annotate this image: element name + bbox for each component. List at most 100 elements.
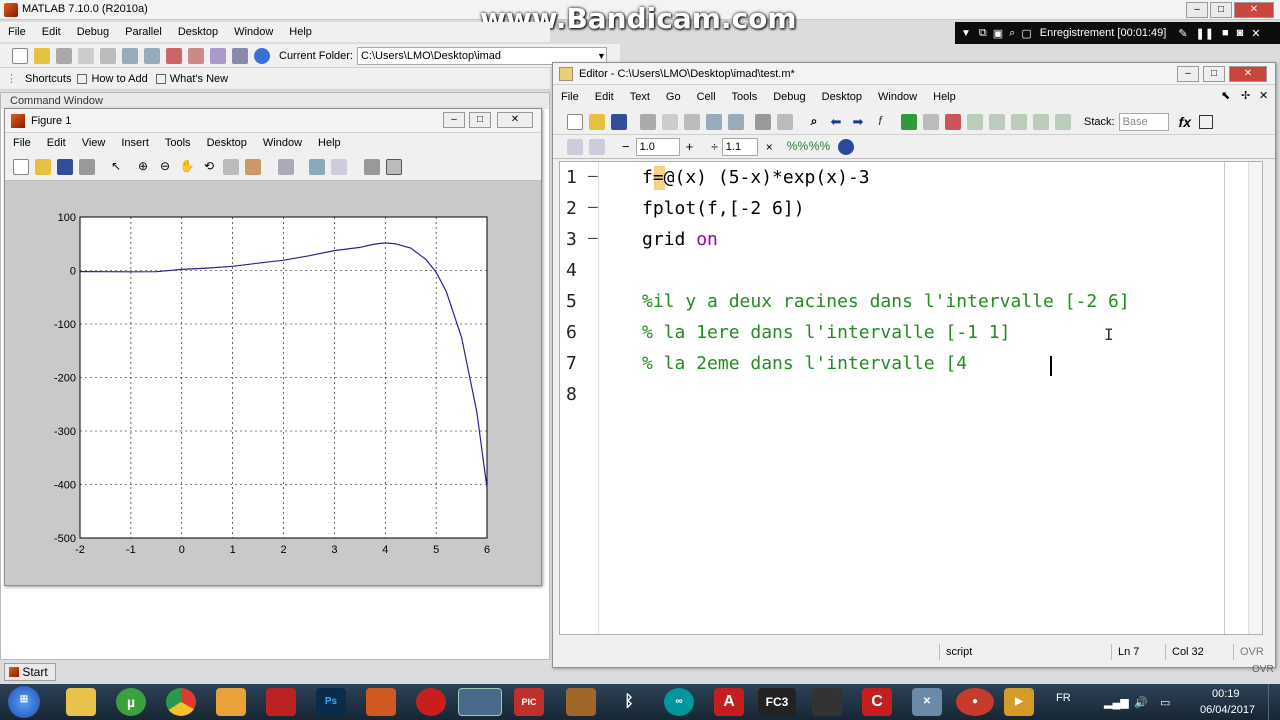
eval-advance-icon[interactable] — [589, 138, 605, 155]
explorer-icon[interactable] — [66, 688, 96, 716]
editor-menu-edit[interactable]: Edit — [587, 87, 622, 107]
pan-icon[interactable]: ✋ — [179, 159, 195, 175]
help-icon[interactable] — [254, 47, 270, 64]
pointer-icon[interactable]: ↖ — [108, 159, 124, 175]
open-folder-icon[interactable] — [589, 113, 605, 130]
utorrent-icon[interactable]: µ — [116, 688, 146, 716]
menu-desktop[interactable]: Desktop — [170, 22, 226, 42]
find-icon[interactable]: ⌕ — [806, 114, 822, 130]
fruity-loops-icon[interactable] — [216, 688, 246, 716]
open-folder-icon[interactable] — [34, 47, 50, 64]
print-icon[interactable] — [755, 113, 771, 130]
figure-menu-desktop[interactable]: Desktop — [199, 133, 255, 153]
cell-mode-icon[interactable]: %% — [787, 139, 808, 155]
arduino-icon[interactable]: ∞ — [664, 688, 694, 716]
indent-icon[interactable] — [777, 113, 793, 130]
volume-icon[interactable]: 🔊 — [1134, 696, 1148, 709]
menu-window[interactable]: Window — [226, 22, 281, 42]
search-icon[interactable]: ⌕ — [1009, 27, 1015, 40]
figure-minimize-button[interactable]: – — [443, 112, 465, 128]
close-button[interactable]: ✕ — [1234, 2, 1274, 18]
whats-new-link[interactable]: What's New — [170, 73, 228, 85]
stop-icon[interactable]: ■ — [1222, 27, 1229, 39]
windows-start-icon[interactable]: ⊞ — [8, 686, 40, 718]
step-in-icon[interactable] — [989, 113, 1005, 130]
hide-tools-icon[interactable] — [364, 158, 380, 175]
autocad-icon[interactable]: A — [714, 688, 744, 716]
menu-help[interactable]: Help — [281, 22, 320, 42]
cut-icon[interactable] — [640, 113, 656, 130]
undo-icon[interactable] — [122, 47, 138, 64]
editor-close-button[interactable]: ✕ — [1229, 66, 1267, 82]
editor-menu-text[interactable]: Text — [622, 87, 658, 107]
chrome-icon[interactable] — [166, 688, 196, 716]
data-cursor-icon[interactable] — [223, 158, 239, 175]
breakpoint-dash[interactable]: — — [588, 166, 598, 185]
save-icon[interactable] — [611, 113, 627, 130]
film-icon[interactable] — [812, 688, 842, 716]
bluetooth-icon[interactable]: ᛒ — [614, 688, 644, 716]
menu-debug[interactable]: Debug — [69, 22, 117, 42]
forward-arrow-icon[interactable]: ➡ — [850, 114, 866, 130]
pause-icon[interactable]: ❚❚ — [1196, 27, 1214, 40]
figure-menu-window[interactable]: Window — [255, 133, 310, 153]
brush-icon[interactable] — [245, 158, 261, 175]
increment-button[interactable]: + — [686, 139, 694, 154]
zoom-out-icon[interactable]: ⊖ — [157, 159, 173, 175]
menu-file[interactable]: File — [0, 22, 34, 42]
back-arrow-icon[interactable]: ⬅ — [828, 114, 844, 130]
fullscreen-icon[interactable]: ▣ — [993, 27, 1003, 40]
media-icon[interactable]: ▶ — [1004, 688, 1034, 716]
editor-close-doc-icon[interactable]: ✕ — [1259, 89, 1268, 102]
cell-mode-alt-icon[interactable]: %% — [809, 139, 830, 155]
show-tools-icon[interactable] — [386, 158, 402, 175]
eval-cell-icon[interactable] — [567, 138, 583, 155]
divide-button[interactable]: ÷ — [711, 140, 718, 154]
add-shortcut-icon[interactable] — [77, 73, 88, 84]
shortcuts-label[interactable]: Shortcuts — [25, 73, 71, 85]
editor-maximize-button[interactable]: □ — [1203, 66, 1225, 82]
editor-menu-cell[interactable]: Cell — [689, 87, 724, 107]
decrement-value-input[interactable]: 1.0 — [635, 137, 680, 156]
undo-icon[interactable] — [706, 113, 722, 130]
link-icon[interactable] — [278, 158, 294, 175]
screenshot-icon[interactable]: ◙ — [1237, 27, 1244, 39]
menu-edit[interactable]: Edit — [34, 22, 69, 42]
figure-menu-insert[interactable]: Insert — [113, 133, 157, 153]
step-out-icon[interactable] — [1011, 113, 1027, 130]
how-to-add-link[interactable]: How to Add — [91, 73, 147, 85]
code-editor[interactable]: 1 — 2 — 3 — 4 5 6 7 8 f=@(x) (5-x)*exp(x… — [559, 161, 1263, 635]
editor-menu-go[interactable]: Go — [658, 87, 689, 107]
multiply-button[interactable]: × — [766, 140, 773, 154]
figure-menu-file[interactable]: File — [5, 133, 39, 153]
figure-menu-view[interactable]: View — [74, 133, 114, 153]
new-figure-icon[interactable] — [13, 158, 29, 175]
redo-icon[interactable] — [728, 113, 744, 130]
window-icon[interactable]: ⧉ — [979, 27, 987, 40]
figure-close-button[interactable]: ✕ — [497, 112, 533, 128]
cell-info-icon[interactable] — [837, 138, 854, 155]
c-app-icon[interactable]: C — [862, 688, 892, 716]
undock-icon[interactable]: ⬉ — [1221, 89, 1230, 102]
copy-icon[interactable] — [662, 113, 678, 130]
paste-icon[interactable] — [100, 47, 116, 64]
figure-menu-help[interactable]: Help — [310, 133, 349, 153]
language-indicator[interactable]: FR — [1056, 692, 1071, 704]
minimize-button[interactable]: – — [1186, 2, 1208, 18]
figure-plot[interactable]: -2 -1 0 1 2 3 4 5 6 100 0 -100 -200 -300 -400 -500 — [5, 183, 541, 585]
rotate-icon[interactable]: ⟲ — [201, 159, 217, 175]
photoshop-icon[interactable]: Ps — [316, 688, 346, 716]
function-browser-icon[interactable]: f — [872, 114, 888, 130]
pic-icon[interactable]: PIC — [514, 688, 544, 716]
signal-icon[interactable]: ▂▄▆ — [1104, 696, 1129, 709]
workspace-icon[interactable] — [232, 47, 248, 64]
stack-select[interactable]: Base — [1118, 112, 1169, 131]
editor-menu-window[interactable]: Window — [870, 87, 925, 107]
clear-breakpoints-icon[interactable] — [945, 113, 961, 130]
colorbar-icon[interactable] — [309, 158, 325, 175]
continue-icon[interactable] — [1033, 113, 1049, 130]
editor-menu-desktop[interactable]: Desktop — [814, 87, 870, 107]
breakpoint-dash[interactable]: — — [588, 228, 598, 247]
editor-scrollbar[interactable] — [1248, 162, 1262, 634]
breakpoint-icon[interactable] — [923, 113, 939, 130]
